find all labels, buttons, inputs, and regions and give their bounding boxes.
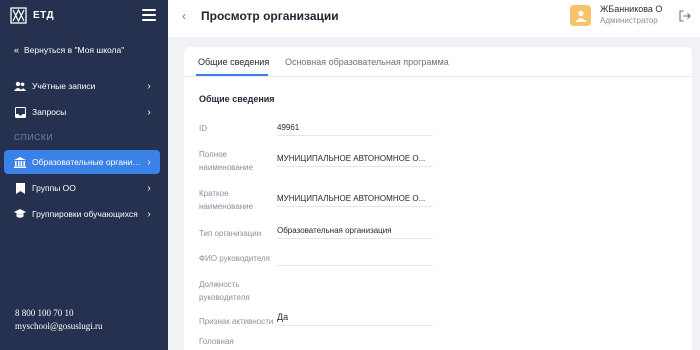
sidebar-item-accounts[interactable]: Учётные записи › xyxy=(4,74,160,98)
back-to-school-link[interactable]: « Вернуться в "Моя школа" xyxy=(14,45,124,55)
support-phone: 8 800 100 70 10 xyxy=(15,308,74,318)
sidebar-item-label: Образовательные организа… xyxy=(32,157,144,167)
sidebar-item-label: Группы ОО xyxy=(32,183,76,193)
field-value-director-position xyxy=(277,283,433,297)
field-value-director-name xyxy=(277,252,433,266)
sidebar-item-requests[interactable]: Запросы › xyxy=(4,100,160,124)
sidebar-item-label: Учётные записи xyxy=(32,81,96,91)
double-chevron-left-icon: « xyxy=(14,45,20,55)
sidebar: ЕТД « Вернуться в "Моя школа" Учётные за… xyxy=(0,0,168,350)
bookmark-icon xyxy=(14,182,26,194)
field-label-short-name: Краткое наименование xyxy=(199,189,254,211)
field-label-org-type: Тип организации xyxy=(199,229,262,238)
sidebar-item-groups[interactable]: Группы ОО › xyxy=(4,176,160,200)
field-label-director-position: Должность руководителя xyxy=(199,280,250,302)
topbar: ‹ Просмотр организации ЖБанникова О Адми… xyxy=(168,0,700,37)
field-value-org-type: Образовательная организация xyxy=(277,225,433,239)
institution-icon xyxy=(14,156,26,168)
organization-card: Общие сведения Основная образовательная … xyxy=(184,47,692,350)
sidebar-item-student-groupings[interactable]: Группировки обучающихся › xyxy=(4,202,160,226)
field-label-id: ID xyxy=(199,124,207,133)
tabs: Общие сведения Основная образовательная … xyxy=(184,47,692,77)
chevron-right-icon: › xyxy=(147,156,151,168)
user-icon xyxy=(575,10,586,22)
logo-icon xyxy=(10,6,27,24)
tab-education-program[interactable]: Основная образовательная программа xyxy=(285,57,449,67)
sidebar-item-label: Запросы xyxy=(32,107,67,117)
menu-toggle-icon[interactable] xyxy=(142,9,156,21)
support-email: myschool@gosuslugi.ru xyxy=(15,321,103,331)
field-label-active-flag: Признак активности xyxy=(199,317,274,326)
field-label-director-name: ФИО руководителя xyxy=(199,254,271,263)
sidebar-item-label: Группировки обучающихся xyxy=(32,209,138,219)
field-value-short-name: МУНИЦИПАЛЬНОЕ АВТОНОМНОЕ О... xyxy=(277,193,433,207)
field-value-full-name: МУНИЦИПАЛЬНОЕ АВТОНОМНОЕ О... xyxy=(277,153,433,167)
chevron-right-icon: › xyxy=(147,80,151,92)
avatar[interactable] xyxy=(570,5,591,26)
logo-text: ЕТД xyxy=(33,9,55,21)
inbox-icon xyxy=(14,106,26,118)
active-tab-indicator xyxy=(196,74,268,76)
graduation-cap-icon xyxy=(14,208,26,220)
page-title: Просмотр организации xyxy=(201,9,339,23)
section-title: СПИСКИ xyxy=(14,132,54,142)
chevron-right-icon: › xyxy=(147,106,151,118)
chevron-right-icon: › xyxy=(147,208,151,220)
field-value-id: 49961 xyxy=(277,122,433,136)
users-icon xyxy=(14,80,26,92)
user-name[interactable]: ЖБанникова О xyxy=(600,4,662,14)
field-label-head-org: Головная xyxy=(199,337,234,346)
support-contacts: 8 800 100 70 10 myschool@gosuslugi.ru xyxy=(15,307,103,333)
sidebar-item-organizations[interactable]: Образовательные организа… › xyxy=(4,150,160,174)
field-label-full-name: Полное наименование xyxy=(199,150,254,172)
back-arrow-icon[interactable]: ‹ xyxy=(182,9,186,23)
back-link-label: Вернуться в "Моя школа" xyxy=(24,45,125,55)
chevron-right-icon: › xyxy=(147,182,151,194)
field-value-active-flag: Да xyxy=(277,312,433,326)
logout-icon[interactable] xyxy=(679,10,691,22)
section-heading: Общие сведения xyxy=(199,94,275,104)
logo[interactable]: ЕТД xyxy=(10,5,158,25)
user-role: Администратор xyxy=(600,16,658,25)
tab-general-info[interactable]: Общие сведения xyxy=(198,57,269,67)
